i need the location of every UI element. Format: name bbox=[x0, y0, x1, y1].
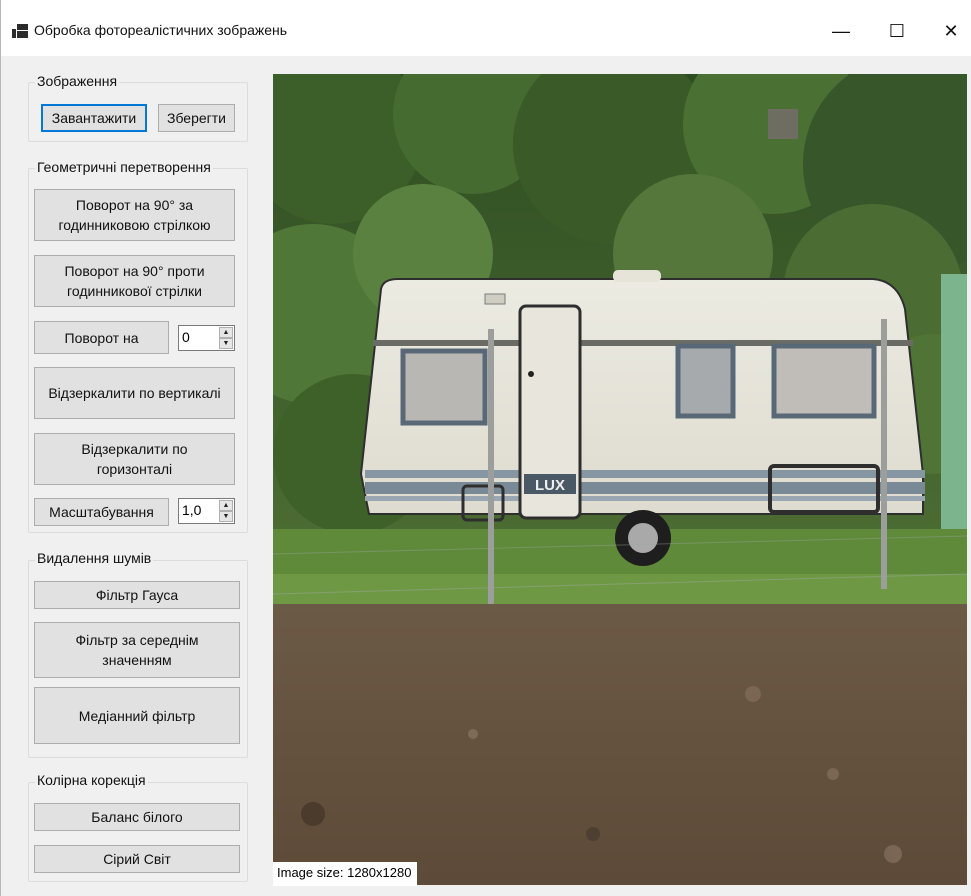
maximize-icon: ☐ bbox=[888, 20, 906, 41]
rotate-ccw-label-line1: Поворот на 90° проти bbox=[64, 263, 205, 279]
scale-down-button[interactable]: ▼ bbox=[219, 511, 233, 522]
rotate-angle-down-button[interactable]: ▼ bbox=[219, 338, 233, 349]
rotate-angle-spin-buttons: ▲ ▼ bbox=[219, 327, 233, 349]
gray-world-button[interactable]: Сірий Світ bbox=[34, 845, 240, 873]
gauss-filter-button[interactable]: Фільтр Гауса bbox=[34, 581, 240, 609]
rotate-angle-up-button[interactable]: ▲ bbox=[219, 327, 233, 338]
caravan-photo: LUX bbox=[273, 74, 967, 885]
rotate-ccw-label-line2: годинникової стрілки bbox=[67, 283, 202, 299]
app-icon bbox=[12, 24, 28, 38]
mean-filter-button[interactable]: Фільтр за середнім значенням bbox=[34, 622, 240, 678]
rotate-cw-label-line2: годинниковою стрілкою bbox=[58, 217, 211, 233]
close-button[interactable]: ✕ bbox=[929, 14, 971, 48]
image-preview[interactable]: LUX bbox=[273, 74, 967, 885]
rotate-cw-button[interactable]: Поворот на 90° за годинниковою стрілкою bbox=[34, 189, 235, 241]
arrow-down-icon: ▼ bbox=[222, 513, 230, 520]
scale-button[interactable]: Масштабування bbox=[34, 498, 169, 526]
flip-horizontal-label-line2: горизонталі bbox=[96, 461, 173, 477]
scale-spin-buttons: ▲ ▼ bbox=[219, 500, 233, 522]
load-button[interactable]: Завантажити bbox=[41, 104, 147, 132]
color-group-label: Колірна корекція bbox=[35, 772, 148, 788]
rotate-angle-stepper[interactable]: 0 ▲ ▼ bbox=[178, 325, 235, 351]
image-group-label: Зображення bbox=[35, 73, 120, 89]
title-bar[interactable]: Обробка фотореалістичних зображень — ☐ ✕ bbox=[1, 0, 971, 56]
close-icon: ✕ bbox=[943, 20, 959, 41]
arrow-up-icon: ▲ bbox=[222, 502, 230, 509]
maximize-button[interactable]: ☐ bbox=[875, 14, 919, 48]
arrow-up-icon: ▲ bbox=[222, 329, 230, 336]
rotate-angle-value[interactable]: 0 bbox=[182, 329, 190, 345]
geometry-group-label: Геометричні перетворення bbox=[35, 159, 213, 175]
median-filter-button[interactable]: Медіанний фільтр bbox=[34, 687, 240, 744]
minimize-icon: — bbox=[832, 20, 850, 41]
scale-up-button[interactable]: ▲ bbox=[219, 500, 233, 511]
white-balance-button[interactable]: Баланс білого bbox=[34, 803, 240, 831]
flip-vertical-button[interactable]: Відзеркалити по вертикалі bbox=[34, 367, 235, 419]
minimize-button[interactable]: — bbox=[819, 14, 863, 48]
mean-filter-label-line2: значенням bbox=[102, 652, 172, 668]
scale-value[interactable]: 1,0 bbox=[182, 502, 201, 518]
flip-horizontal-button[interactable]: Відзеркалити по горизонталі bbox=[34, 433, 235, 485]
rotate-by-angle-button[interactable]: Поворот на bbox=[34, 321, 169, 354]
image-size-label: Image size: 1280x1280 bbox=[273, 862, 418, 886]
rotate-ccw-button[interactable]: Поворот на 90° проти годинникової стрілк… bbox=[34, 255, 235, 307]
scale-stepper[interactable]: 1,0 ▲ ▼ bbox=[178, 498, 235, 524]
flip-horizontal-label-line1: Відзеркалити по bbox=[81, 441, 188, 457]
save-button[interactable]: Зберегти bbox=[158, 104, 235, 132]
caravan-badge: LUX bbox=[535, 477, 565, 494]
arrow-down-icon: ▼ bbox=[222, 340, 230, 347]
window-title: Обробка фотореалістичних зображень bbox=[34, 22, 288, 38]
app-window: Обробка фотореалістичних зображень — ☐ ✕… bbox=[0, 0, 971, 896]
mean-filter-label-line1: Фільтр за середнім bbox=[75, 632, 199, 648]
noise-group-label: Видалення шумів bbox=[35, 550, 154, 566]
rotate-cw-label-line1: Поворот на 90° за bbox=[75, 197, 194, 213]
